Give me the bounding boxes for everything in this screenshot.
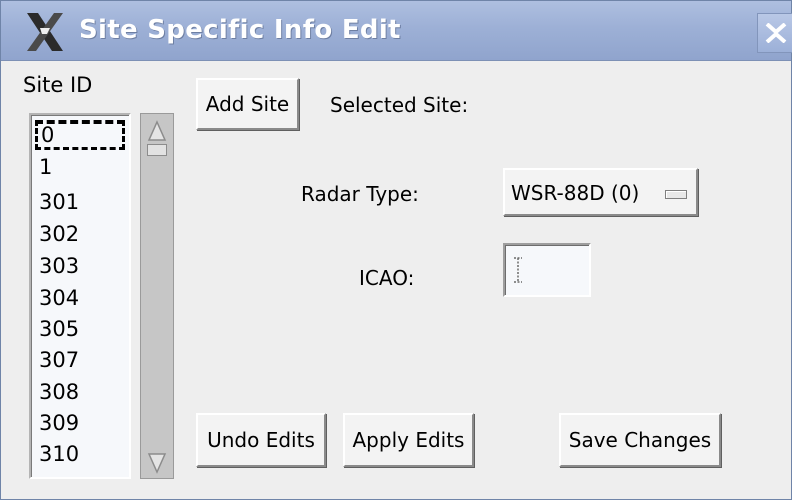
window-title: Site Specific Info Edit bbox=[79, 15, 401, 45]
text-cursor-icon bbox=[513, 257, 523, 287]
site-id-label: Site ID bbox=[23, 73, 93, 97]
list-item[interactable]: 307 bbox=[39, 349, 79, 379]
add-site-button[interactable]: Add Site bbox=[196, 78, 299, 130]
close-button[interactable] bbox=[757, 13, 792, 53]
site-list-scrollbar[interactable] bbox=[140, 113, 174, 479]
site-specific-info-edit-window: Site Specific Info Edit Site ID 0 1 301 … bbox=[0, 0, 792, 500]
list-item[interactable]: 302 bbox=[39, 223, 79, 253]
radar-type-value: WSR-88D (0) bbox=[511, 181, 640, 205]
radar-type-dropdown[interactable]: WSR-88D (0) bbox=[503, 168, 698, 216]
scroll-up-arrow-icon[interactable] bbox=[147, 120, 167, 146]
list-item[interactable]: 301 bbox=[39, 191, 79, 221]
save-changes-button[interactable]: Save Changes bbox=[559, 413, 721, 467]
icao-field[interactable] bbox=[503, 243, 591, 297]
list-item-selected[interactable]: 0 bbox=[35, 120, 125, 150]
apply-edits-button[interactable]: Apply Edits bbox=[343, 413, 474, 467]
option-menu-indicator-icon bbox=[665, 190, 687, 199]
scroll-thumb[interactable] bbox=[147, 144, 167, 156]
scroll-down-arrow-icon[interactable] bbox=[147, 452, 167, 478]
list-item[interactable]: 310 bbox=[39, 443, 79, 473]
title-bar[interactable]: Site Specific Info Edit bbox=[1, 1, 792, 61]
list-item[interactable]: 303 bbox=[39, 255, 79, 285]
list-item[interactable]: 309 bbox=[39, 412, 79, 442]
list-item[interactable]: 1 bbox=[39, 156, 52, 186]
close-icon bbox=[765, 23, 787, 43]
radar-type-label: Radar Type: bbox=[301, 182, 419, 206]
selected-site-label: Selected Site: bbox=[330, 93, 469, 117]
list-item[interactable]: 304 bbox=[39, 287, 79, 317]
site-id-list[interactable]: 0 1 301 302 303 304 305 307 308 309 310 bbox=[29, 113, 131, 479]
icao-label: ICAO: bbox=[359, 266, 415, 290]
list-item[interactable]: 308 bbox=[39, 381, 79, 411]
undo-edits-button[interactable]: Undo Edits bbox=[196, 413, 326, 467]
list-item[interactable]: 305 bbox=[39, 318, 79, 348]
x-window-icon[interactable] bbox=[23, 11, 67, 53]
